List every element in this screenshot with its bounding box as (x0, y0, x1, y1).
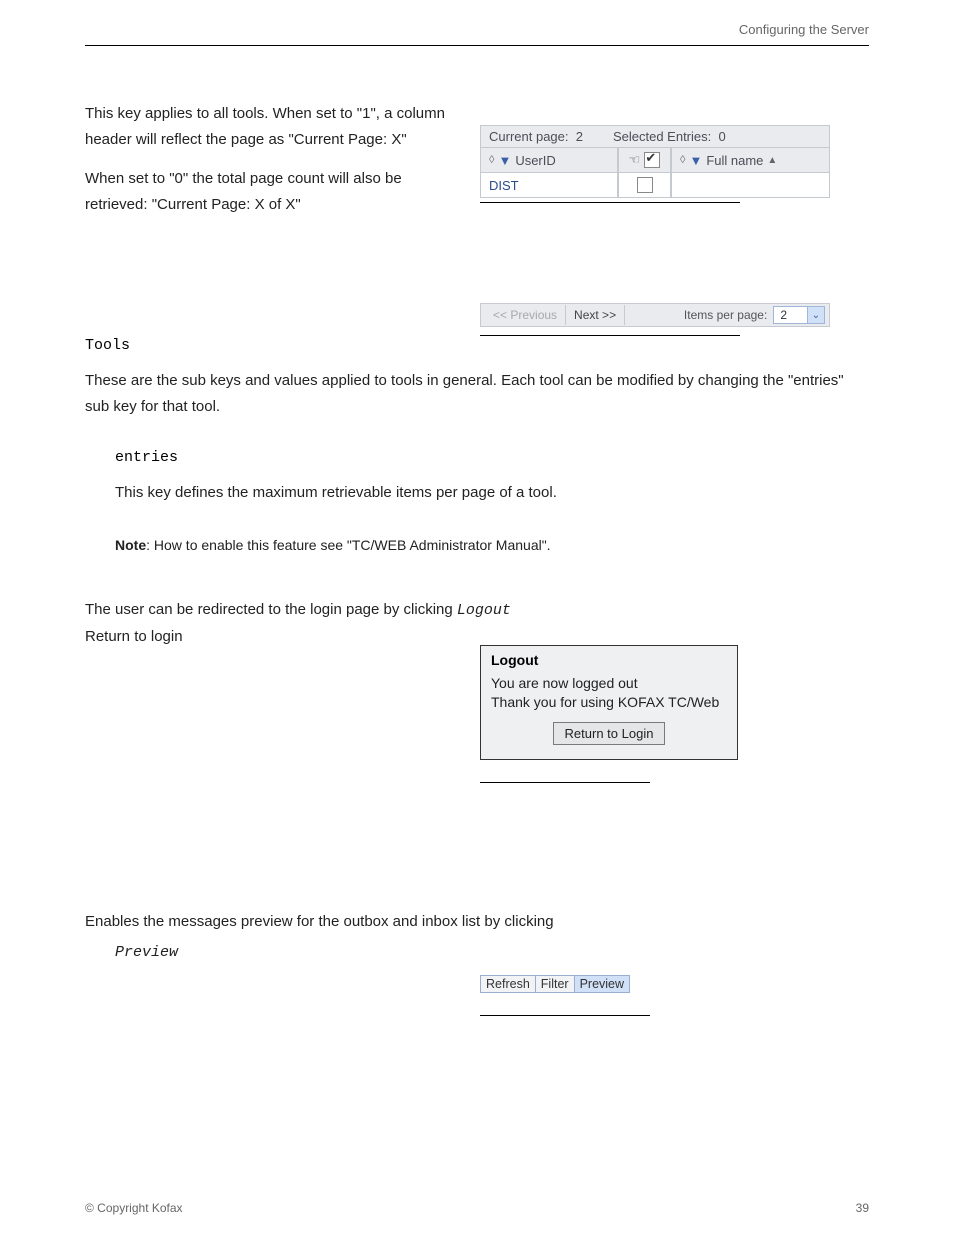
column-header-checkbox[interactable]: ☜ (618, 148, 671, 173)
heading-entries: entries (115, 449, 869, 466)
sort-asc-icon: ▲ (767, 155, 777, 166)
page-header-right: Configuring the Server (739, 22, 869, 37)
preview-code: Preview (115, 944, 178, 961)
logout-line1: You are now logged out (491, 674, 727, 693)
items-per-page-dropdown[interactable]: 2 ⌄ (773, 306, 825, 324)
filter-button[interactable]: Filter (536, 975, 575, 993)
refresh-button[interactable]: Refresh (480, 975, 536, 993)
figure-logout-box: Logout You are now logged out Thank you … (480, 645, 738, 783)
chevron-down-icon: ⌄ (807, 307, 824, 323)
logout-link-text: Return to login (85, 624, 869, 650)
preview-button[interactable]: Preview (575, 975, 630, 993)
table-cell-checkbox[interactable] (618, 173, 671, 198)
preview-paragraph: Enables the messages preview for the out… (85, 913, 554, 930)
para-fastcount-2: When set to "0" the total page count wil… (85, 170, 402, 213)
current-page-value: 2 (576, 129, 583, 144)
previous-button: << Previous (485, 305, 565, 325)
selected-entries-value: 0 (718, 129, 725, 144)
column-header-fullname[interactable]: ◊ ▼ Full name ▲ (671, 148, 830, 173)
filter-icon: ▼ (689, 153, 702, 168)
current-page-label: Current page: (489, 129, 569, 144)
selected-entries-label: Selected Entries: (613, 129, 711, 144)
return-to-login-button[interactable]: Return to Login (553, 722, 666, 745)
figure-header-table: Current page: 2 Selected Entries: 0 ◊ ▼ … (480, 125, 830, 203)
logout-box-title: Logout (481, 646, 737, 672)
checkbox-icon (637, 177, 653, 193)
top-rule (85, 45, 869, 46)
para-fastcount-1: This key applies to all tools. When set … (85, 105, 445, 148)
filter-icon: ▼ (498, 153, 511, 168)
column-header-userid[interactable]: ◊ ▼ UserID (480, 148, 618, 173)
tools-paragraph: These are the sub keys and values applie… (85, 372, 844, 415)
sort-icon: ◊ (680, 154, 685, 166)
footer-left: © Copyright Kofax (85, 1201, 183, 1215)
hand-icon: ☜ (629, 152, 641, 168)
items-per-page-label: Items per page: (684, 308, 767, 322)
table-cell-fullname (671, 173, 830, 198)
footer-page-number: 39 (856, 1201, 869, 1215)
note-text: : How to enable this feature see "TC/WEB… (146, 537, 550, 553)
checkbox-checked-icon (644, 152, 660, 168)
figure-paging-bar: << Previous Next >> Items per page: 2 ⌄ (480, 303, 830, 336)
entries-paragraph: This key defines the maximum retrievable… (115, 484, 557, 501)
logout-line2: Thank you for using KOFAX TC/Web (491, 693, 727, 712)
sort-icon: ◊ (489, 154, 494, 166)
table-cell-userid: DIST (480, 173, 618, 198)
next-button[interactable]: Next >> (565, 305, 625, 325)
figure-toolbar: Refresh Filter Preview (480, 975, 650, 1016)
logout-code: Logout (457, 602, 511, 619)
note-label: Note (115, 537, 146, 553)
logout-paragraph: The user can be redirected to the login … (85, 601, 453, 618)
heading-tools: Tools (85, 337, 869, 354)
